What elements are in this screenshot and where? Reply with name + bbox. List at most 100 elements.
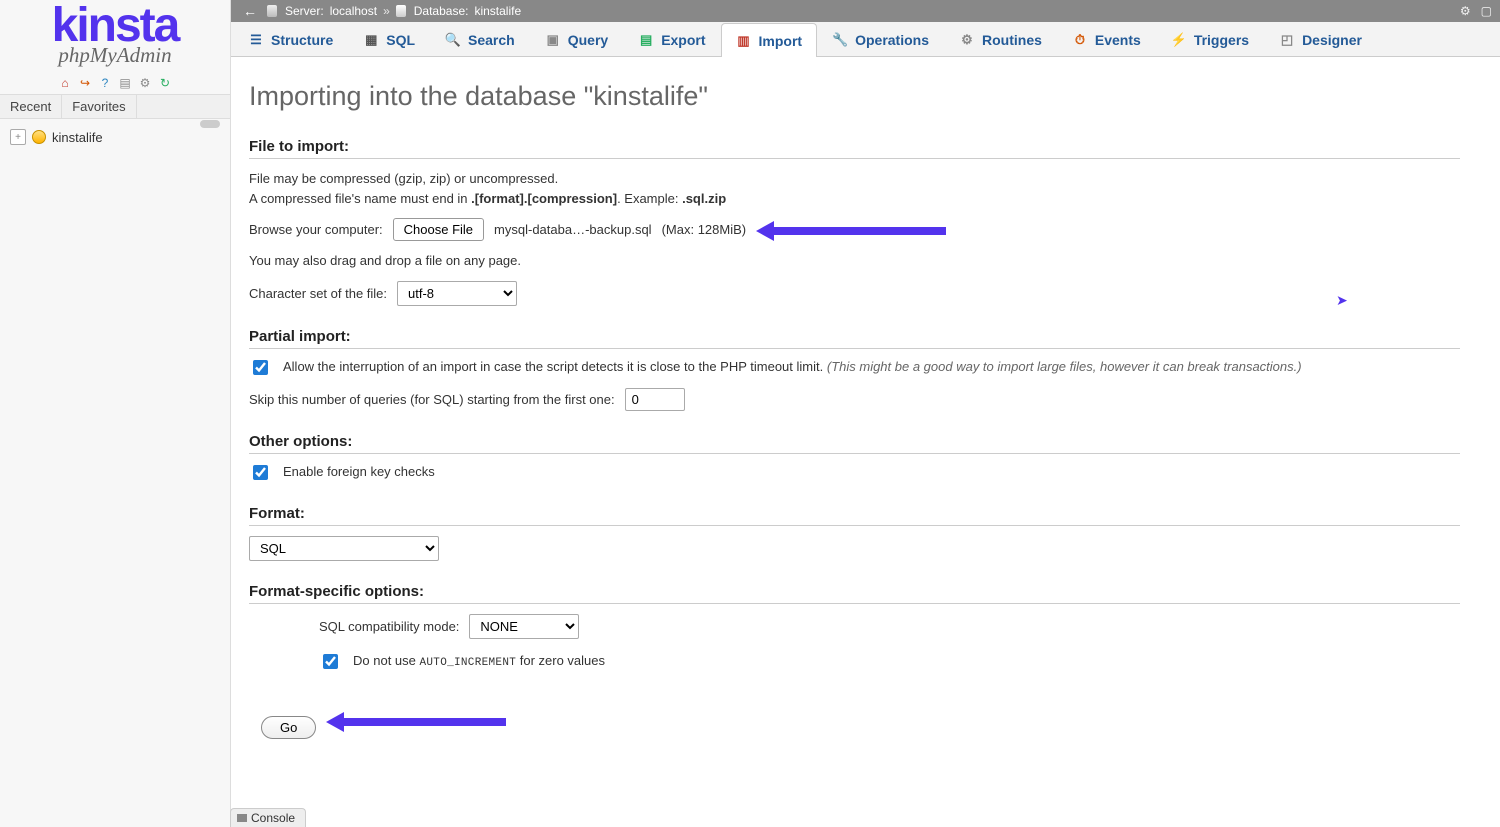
tab-label: Events [1095,32,1141,48]
recent-tab[interactable]: Recent [0,95,62,118]
tab-sql[interactable]: ▦ SQL [348,22,430,56]
tab-import[interactable]: ▥ Import [721,23,818,57]
database-name: kinstalife [52,130,103,145]
search-icon: 🔍 [445,32,461,48]
database-tree: + kinstalife [0,119,230,149]
sidebar: kinsta phpMyAdmin ⌂ ↪ ? ▤ ⚙ ↻ Recent Fav… [0,0,231,827]
kinsta-logo: kinsta [0,4,230,47]
database-icon [32,130,46,144]
allow-interruption-note: (This might be a good way to import larg… [827,359,1302,374]
phpmyadmin-logo: phpMyAdmin [0,43,230,68]
tab-label: SQL [386,32,415,48]
tab-label: Export [661,32,705,48]
triggers-icon: ⚡ [1171,32,1187,48]
skip-row: Skip this number of queries (for SQL) st… [249,388,1460,411]
file-hint-2: A compressed file's name must end in .[f… [249,189,1460,209]
allow-interruption-row: Allow the interruption of an import in c… [249,359,1460,378]
noai-text-a: Do not use [353,653,420,668]
charset-select[interactable]: utf-8 [397,281,517,306]
tab-label: Structure [271,32,333,48]
file-hint-2a: A compressed file's name must end in [249,191,471,206]
sql-icon: ▦ [363,32,379,48]
top-tabs: ☰Structure ▦ SQL 🔍Search ▣Query ▤ Export ▥… [231,22,1500,57]
noai-text-b: for zero values [516,653,605,668]
compat-select[interactable]: NONE [469,614,579,639]
breadcrumb-back-icon[interactable]: ← [239,3,261,19]
no-auto-increment-label: Do not use auto_increment for zero value… [353,653,605,669]
logo-block: kinsta phpMyAdmin [0,0,230,68]
overlap-icon[interactable]: ▢ [1481,4,1492,18]
operations-icon: 🔧 [832,32,848,48]
tree-expand-icon[interactable]: + [10,129,26,145]
charset-label: Character set of the file: [249,286,387,301]
docs-icon[interactable]: ▤ [118,76,132,90]
reload-icon[interactable]: ↻ [158,76,172,90]
allow-interruption-label: Allow the interruption of an import in c… [283,359,1302,374]
enable-fk-checkbox[interactable] [253,465,268,480]
charset-row: Character set of the file: utf-8 [249,281,1460,306]
allow-interruption-checkbox[interactable] [253,360,268,375]
file-hint-2d: .sql.zip [682,191,726,206]
tab-operations[interactable]: 🔧 Operations [817,22,944,56]
tab-label: Operations [855,32,929,48]
file-hint-1: File may be compressed (gzip, zip) or un… [249,169,1460,189]
tab-structure[interactable]: ☰Structure [233,22,348,56]
help-icon[interactable]: ? [98,76,112,90]
format-select[interactable]: SQL [249,536,439,561]
breadcrumb-server-value[interactable]: localhost [330,4,377,18]
file-hint-2c: . Example: [617,191,682,206]
console-tab[interactable]: Console [230,808,306,827]
exit-icon[interactable]: ↪ [78,76,92,90]
file-hint-2b: .[format].[compression] [471,191,617,206]
no-auto-increment-checkbox[interactable] [323,654,338,669]
import-icon: ▥ [736,33,752,49]
tab-label: Query [568,32,608,48]
database-tree-item[interactable]: + kinstalife [0,125,230,149]
server-icon [267,5,277,17]
noai-row: Do not use auto_increment for zero value… [319,653,1460,672]
events-icon: ⏱ [1072,32,1088,48]
page-title: Importing into the database "kinstalife" [249,81,1460,112]
section-partial-heading: Partial import: [249,328,1460,349]
skip-label: Skip this number of queries (for SQL) st… [249,392,615,407]
section-other-heading: Other options: [249,433,1460,454]
section-format-heading: Format: [249,505,1460,526]
tab-label: Designer [1302,32,1362,48]
tab-query[interactable]: ▣Query [530,22,623,56]
breadcrumb-db-value[interactable]: kinstalife [474,4,521,18]
browse-label: Browse your computer: [249,222,383,237]
tab-search[interactable]: 🔍Search [430,22,530,56]
settings-icon[interactable]: ⚙ [138,76,152,90]
compat-row: SQL compatibility mode: NONE [319,614,1460,639]
tab-events[interactable]: ⏱ Events [1057,22,1156,56]
enable-fk-label: Enable foreign key checks [283,464,435,479]
section-file-heading: File to import: [249,138,1460,159]
choose-file-button[interactable]: Choose File [393,218,484,241]
format-row: SQL [249,536,1460,561]
home-icon[interactable]: ⌂ [58,76,72,90]
tab-routines[interactable]: ⚙Routines [944,22,1057,56]
gear-icon[interactable]: ⚙ [1460,4,1471,18]
sidebar-mini-icons: ⌂ ↪ ? ▤ ⚙ ↻ [58,76,172,90]
sidebar-collapse-handle[interactable] [200,120,220,128]
fk-row: Enable foreign key checks [249,464,1460,483]
skip-input[interactable] [625,388,685,411]
breadcrumb-server-label: Server: [285,4,324,18]
favorites-tab[interactable]: Favorites [62,95,136,118]
tab-label: Import [759,33,803,49]
tab-export[interactable]: ▤ Export [623,22,720,56]
console-icon [237,814,247,822]
fso-body: SQL compatibility mode: NONE Do not use … [249,614,1460,672]
export-icon: ▤ [638,32,654,48]
tab-designer[interactable]: ◰Designer [1264,22,1377,56]
dragdrop-hint: You may also drag and drop a file on any… [249,251,1460,271]
tab-triggers[interactable]: ⚡ Triggers [1156,22,1264,56]
database-icon [396,5,406,17]
go-button[interactable]: Go [261,716,316,739]
go-row: Go [249,698,1460,745]
tab-label: Triggers [1194,32,1249,48]
max-size-hint: (Max: 128MiB) [662,222,747,237]
compat-label: SQL compatibility mode: [319,619,459,634]
breadcrumb-separator: » [383,4,390,18]
noai-code: auto_increment [420,657,517,669]
